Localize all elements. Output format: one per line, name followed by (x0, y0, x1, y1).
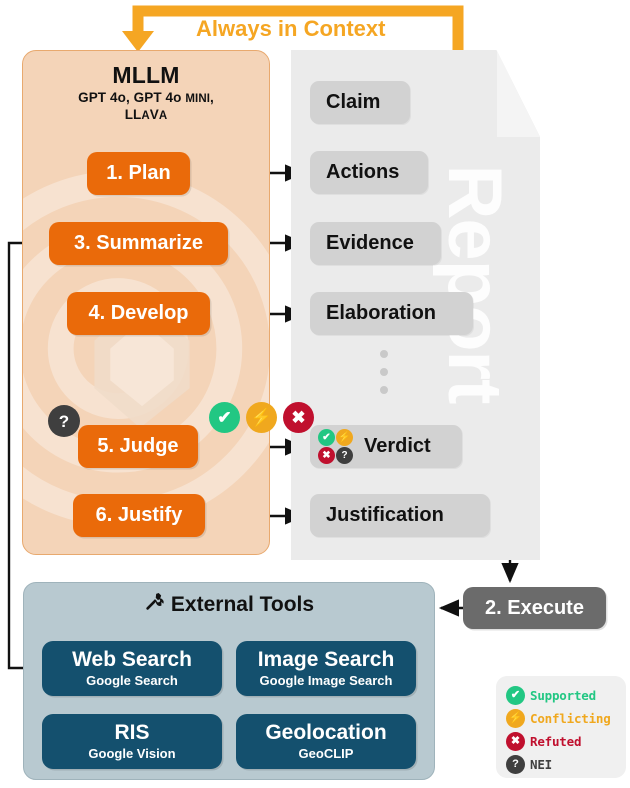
legend-item-refuted: ✖ Refuted (506, 730, 626, 753)
mllm-subtitle-models: GPT 4o, GPT 4o (78, 90, 186, 105)
check-icon: ✔ (506, 686, 525, 705)
check-icon: ✔ (209, 402, 240, 433)
lightning-icon: ⚡ (246, 402, 277, 433)
question-icon: ? (48, 405, 80, 437)
tool-card-web-search[interactable]: Web Search Google Search (42, 641, 222, 696)
tool-title: Image Search (257, 648, 395, 671)
question-icon: ? (506, 755, 525, 774)
cross-icon: ✖ (318, 447, 335, 464)
step-plan[interactable]: 1. Plan (87, 152, 190, 195)
mllm-title: MLLM (112, 62, 180, 88)
step-develop[interactable]: 4. Develop (67, 292, 210, 335)
step-summarize[interactable]: 3. Summarize (49, 222, 228, 265)
report-watermark-text: Report (432, 164, 517, 404)
ellipsis-dot (380, 368, 388, 376)
mllm-subtitle-llava-ll: LL (124, 107, 142, 122)
verdict-badge-cluster: ✔ ⚡ ✖ ? (318, 429, 353, 464)
mllm-subtitle-comma: , (210, 90, 214, 105)
tool-card-image-search[interactable]: Image Search Google Image Search (236, 641, 416, 696)
hammer-and-wrench-icon (144, 592, 164, 618)
lightning-icon: ⚡ (506, 709, 525, 728)
report-page-fold-icon (496, 50, 540, 137)
legend-label: Supported (530, 688, 596, 703)
external-tools-title-label: External Tools (170, 593, 315, 616)
always-in-context-label: Always in Context (196, 16, 386, 41)
mllm-subtitle-llava-v: V (149, 107, 159, 122)
step-justify[interactable]: 6. Justify (73, 494, 205, 537)
cross-icon: ✖ (506, 732, 525, 751)
report-box-actions[interactable]: Actions (310, 151, 428, 194)
tool-card-ris[interactable]: RIS Google Vision (42, 714, 222, 769)
check-icon: ✔ (318, 429, 335, 446)
diagram-canvas: Always in Context MLLM GPT 4o, GPT 4o MI… (0, 0, 630, 788)
report-box-evidence[interactable]: Evidence (310, 222, 441, 265)
question-icon: ? (336, 447, 353, 464)
ellipsis-dot (380, 350, 388, 358)
step-execute[interactable]: 2. Execute (463, 587, 606, 629)
tool-card-geolocation[interactable]: Geolocation GeoCLIP (236, 714, 416, 769)
tool-title: RIS (114, 721, 150, 744)
mllm-subtitle-llava-a2: A (158, 110, 168, 122)
legend-label: Refuted (530, 734, 582, 749)
legend-item-conflicting: ⚡ Conflicting (506, 707, 626, 730)
report-ellipsis (380, 350, 388, 404)
external-tools-title: External Tools (23, 592, 435, 618)
report-box-elaboration[interactable]: Elaboration (310, 292, 473, 335)
legend-label: NEI (530, 757, 552, 772)
ellipsis-dot (380, 386, 388, 394)
mllm-subtitle-llava-a1: A (141, 110, 150, 122)
step-judge[interactable]: 5. Judge (78, 425, 198, 468)
legend-item-nei: ? NEI (506, 753, 626, 776)
verdict-legend: ✔ Supported ⚡ Conflicting ✖ Refuted ? NE… (496, 676, 626, 778)
mllm-subtitle: GPT 4o, GPT 4o MINI, LLAVA (22, 90, 270, 124)
report-box-claim[interactable]: Claim (310, 81, 410, 124)
tool-title: Web Search (72, 648, 192, 671)
tool-subtitle: Google Search (86, 673, 178, 688)
legend-item-supported: ✔ Supported (506, 684, 626, 707)
cross-icon: ✖ (283, 402, 314, 433)
tool-subtitle: Google Vision (88, 746, 176, 761)
lightning-icon: ⚡ (336, 429, 353, 446)
legend-label: Conflicting (530, 711, 611, 726)
report-box-justification[interactable]: Justification (310, 494, 490, 537)
tool-subtitle: Google Image Search (259, 673, 393, 688)
mllm-subtitle-mini: MINI (185, 93, 211, 105)
tool-title: Geolocation (265, 721, 387, 744)
tool-subtitle: GeoCLIP (298, 746, 354, 761)
